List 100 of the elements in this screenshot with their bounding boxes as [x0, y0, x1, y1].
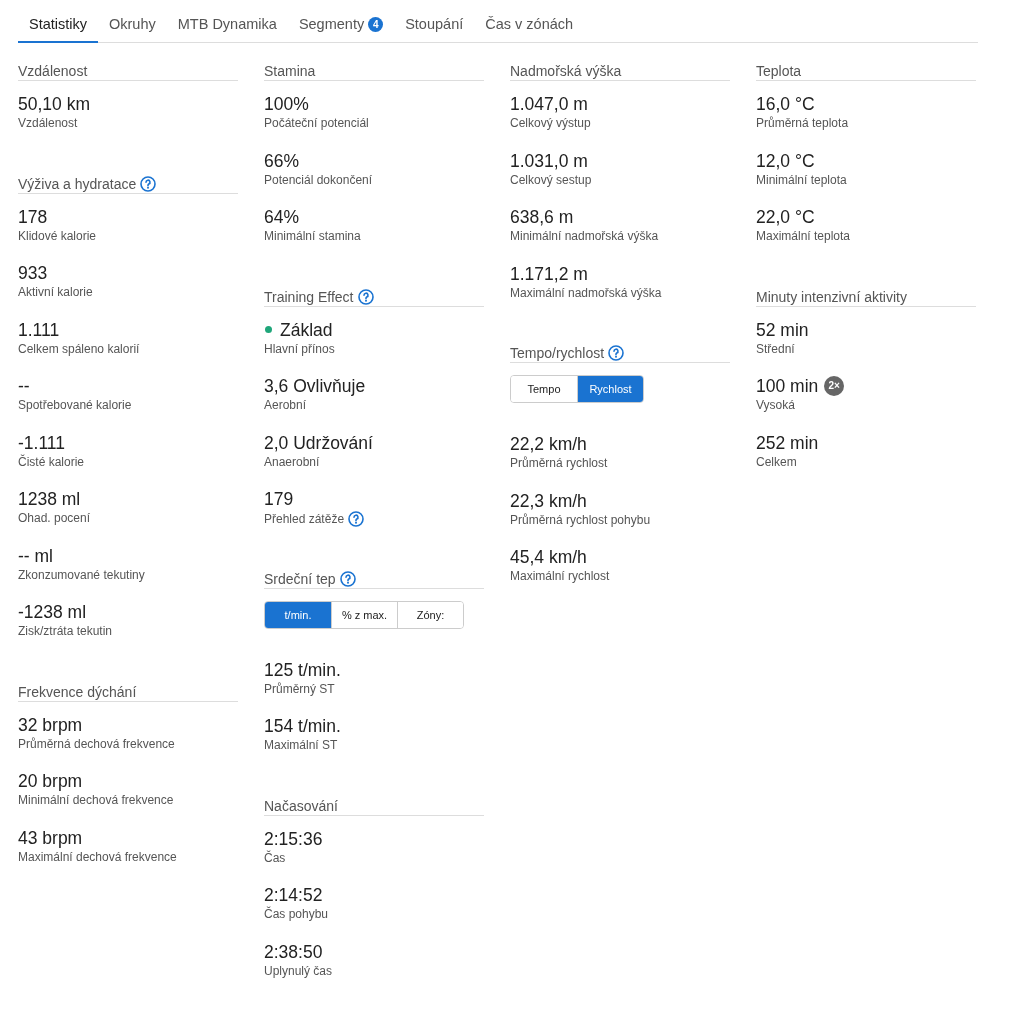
stat-label: Minimální stamina	[264, 229, 361, 243]
section-title: Frekvence dýchání	[18, 683, 137, 700]
help-icon[interactable]	[140, 175, 157, 192]
stat-value: -1.111	[18, 431, 66, 454]
stat-value: 22,2 km/h	[510, 433, 587, 455]
toggle-button[interactable]: Rychlost	[577, 376, 643, 402]
help-icon[interactable]	[357, 288, 374, 305]
stat-value: 100 min	[756, 375, 819, 397]
stat-label: Průměrný ST	[264, 681, 335, 696]
stat-label: Minimální nadmořská výška	[510, 229, 659, 243]
stat-value: 52 min	[756, 318, 809, 341]
stat-label: Klidové kalorie	[18, 228, 97, 243]
stat-label: Průměrná rychlost	[510, 456, 608, 470]
section-title: Načasování	[264, 797, 338, 814]
section-title: Training Effect	[264, 288, 354, 305]
stat-label: Celkový sestup	[510, 172, 592, 187]
tab[interactable]: Stoupání	[394, 10, 475, 43]
stat-value: 2:14:52	[264, 884, 323, 906]
stat-label: Aktivní kalorie	[18, 285, 93, 299]
stat-label: Maximální teplota	[756, 229, 851, 243]
stat-label: Vysoká	[756, 398, 795, 412]
section-title: Teplota	[756, 63, 802, 79]
stat-value: 638,6 m	[510, 206, 574, 228]
stat-value: 66%	[264, 149, 300, 172]
stat-label: Uplynulý čas	[264, 963, 333, 978]
section-title: Stamina	[264, 63, 316, 79]
stat-value: 64%	[264, 206, 300, 228]
stat-label: Čas	[264, 850, 286, 865]
stat-label: Přehled zátěže	[264, 512, 345, 526]
stat-label: Maximální nadmořská výška	[510, 285, 662, 300]
stat-value: 1.047,0 m	[510, 93, 588, 115]
tab[interactable]: Čas v zónách	[474, 10, 585, 43]
stat-value: 1.031,0 m	[510, 149, 588, 172]
stat-value: 100%	[264, 93, 309, 115]
section-title: Nadmořská výška	[510, 63, 622, 79]
stat-label: Zkonzumované tekutiny	[18, 567, 145, 582]
stat-label: Vzdálenost	[18, 116, 78, 130]
stat-value: 179	[264, 488, 294, 510]
tab[interactable]: Statistiky	[18, 10, 98, 43]
stat-value: -- ml	[18, 544, 53, 567]
stat-value: 43 brpm	[18, 826, 83, 849]
stat-label: Celkem spáleno kalorií	[18, 341, 140, 356]
section-title: Srdeční tep	[264, 570, 336, 587]
section-title: Minuty intenzivní aktivity	[756, 288, 907, 305]
stat-label: Zisk/ztráta tekutin	[18, 624, 113, 638]
stat-label: Průměrná dechová frekvence	[18, 736, 175, 751]
stat-value: 32 brpm	[18, 713, 83, 736]
stat-label: Spotřebované kalorie	[18, 398, 132, 412]
stat-label: Celkový výstup	[510, 116, 591, 130]
stat-label: Anaerobní	[264, 454, 320, 469]
section-title: Vzdálenost	[18, 63, 88, 79]
help-icon[interactable]	[348, 511, 365, 527]
stat-label: Hlavní přínos	[264, 341, 335, 356]
count-badge: 4	[368, 16, 384, 32]
stat-label: Průměrná teplota	[756, 116, 849, 130]
stat-value: 2:15:36	[264, 827, 323, 850]
stat-value: -1238 ml	[18, 601, 87, 623]
stat-value: 50,10 km	[18, 93, 90, 115]
stat-value: 154 t/min.	[264, 715, 341, 737]
stat-value: 22,0 °C	[756, 206, 815, 228]
tab[interactable]: Segmenty 4	[287, 10, 395, 43]
toggle-button[interactable]: t/min.	[265, 601, 331, 628]
tab[interactable]: MTB Dynamika	[166, 10, 288, 43]
stat-label: Ohad. pocení	[18, 511, 91, 525]
section-title: Tempo/rychlost	[510, 345, 605, 361]
stat-value: 2:38:50	[264, 940, 323, 963]
stat-value: 178	[18, 205, 48, 228]
stat-value: 20 brpm	[18, 770, 83, 792]
stat-label: Maximální ST	[264, 738, 338, 752]
stat-label: Maximální rychlost	[510, 569, 610, 583]
stat-label: Střední	[756, 341, 795, 356]
stat-label: Minimální teplota	[756, 172, 847, 187]
stat-label: Minimální dechová frekvence	[18, 793, 174, 807]
help-icon[interactable]	[608, 345, 625, 361]
stat-value: 16,0 °C	[756, 93, 815, 115]
stat-label: Počáteční potenciál	[264, 116, 369, 130]
stat-value: 933	[18, 262, 48, 284]
stat-value: 1.111	[18, 318, 60, 341]
stat-value: Základ	[280, 318, 333, 341]
stat-value: 1.171,2 m	[510, 262, 588, 285]
tab[interactable]: Okruhy	[98, 10, 167, 43]
help-icon[interactable]	[339, 570, 356, 587]
stat-value: 45,4 km/h	[510, 546, 587, 568]
stat-value: 1238 ml	[18, 488, 81, 510]
stat-label: Čisté kalorie	[18, 454, 85, 469]
section-title: Výživa a hydratace	[18, 175, 137, 192]
stat-value: 22,3 km/h	[510, 489, 587, 512]
stat-value: 252 min	[756, 431, 819, 454]
stat-value: 2,0 Udržování	[264, 431, 373, 454]
stat-value: --	[18, 375, 30, 397]
multiplier-badge: 2×	[824, 376, 845, 396]
stat-value: 12,0 °C	[756, 149, 815, 172]
stat-label: Průměrná rychlost pohybu	[510, 512, 651, 527]
stat-label: Potenciál dokončení	[264, 172, 373, 187]
toggle-button[interactable]: Zóny:	[397, 601, 463, 628]
stat-label: Čas pohybu	[264, 907, 329, 921]
stat-value: 125 t/min.	[264, 658, 341, 681]
stat-label: Maximální dechová frekvence	[18, 849, 177, 864]
stat-label: Celkem	[756, 454, 797, 469]
stat-value: 3,6 Ovlivňuje	[264, 375, 366, 397]
